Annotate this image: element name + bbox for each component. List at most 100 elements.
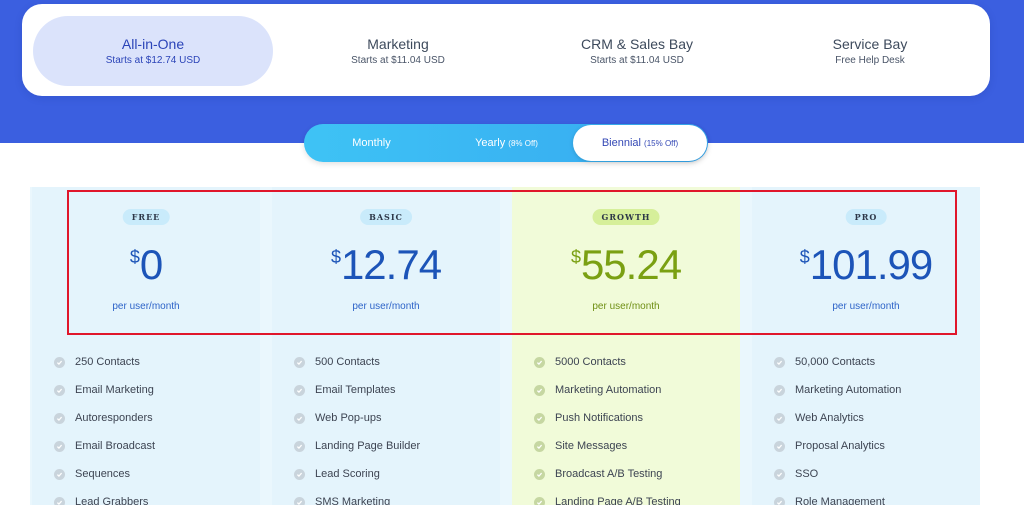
feature-item: 500 Contacts xyxy=(294,348,420,376)
feature-item: Sequences xyxy=(54,460,155,488)
feature-item: Web Pop-ups xyxy=(294,404,420,432)
feature-item: SSO xyxy=(774,460,901,488)
feature-list: 250 Contacts Email Marketing Autorespond… xyxy=(54,348,155,505)
price-period: per user/month xyxy=(112,301,180,312)
feature-text: Lead Grabbers xyxy=(75,496,149,505)
feature-text: Autoresponders xyxy=(75,412,153,424)
feature-item: Autoresponders xyxy=(54,404,155,432)
feature-text: 5000 Contacts xyxy=(555,356,626,368)
plan-badge: FREE xyxy=(122,209,170,225)
feature-text: Marketing Automation xyxy=(795,384,902,396)
plan-price: $12.74 xyxy=(272,241,500,289)
plan-card-growth: GROWTH $55.24 per user/month 5000 Contac… xyxy=(512,187,740,505)
product-tab-subtitle: Starts at $11.04 USD xyxy=(351,55,445,66)
product-tabs: All-in-One Starts at $12.74 USD Marketin… xyxy=(22,4,990,96)
feature-text: SMS Marketing xyxy=(315,496,391,505)
feature-item: Landing Page Builder xyxy=(294,432,420,460)
check-circle-icon xyxy=(534,496,545,505)
plan-card-free: FREE $0 per user/month 250 Contacts Emai… xyxy=(32,187,260,505)
check-circle-icon xyxy=(534,412,545,424)
feature-text: 250 Contacts xyxy=(75,356,140,368)
price-amount: 12.74 xyxy=(340,241,442,288)
check-circle-icon xyxy=(54,468,65,480)
check-circle-icon xyxy=(54,412,65,424)
product-tab-name: Marketing xyxy=(367,36,429,52)
check-circle-icon xyxy=(294,412,305,424)
feature-text: Web Analytics xyxy=(795,412,864,424)
feature-item: Proposal Analytics xyxy=(774,432,901,460)
feature-item: 5000 Contacts xyxy=(534,348,681,376)
plan-badge: BASIC xyxy=(360,209,412,225)
feature-item: Landing Page A/B Testing xyxy=(534,488,681,505)
feature-text: Email Broadcast xyxy=(75,440,156,452)
billing-option-biennial[interactable]: Biennial (15% Off) xyxy=(573,125,707,161)
product-tab-service-bay[interactable]: Service Bay Free Help Desk xyxy=(750,16,990,86)
feature-item: Marketing Automation xyxy=(774,376,901,404)
product-tab-all-in-one[interactable]: All-in-One Starts at $12.74 USD xyxy=(33,16,273,86)
price-currency: $ xyxy=(129,247,140,267)
feature-text: Email Marketing xyxy=(75,384,154,396)
product-tab-name: Service Bay xyxy=(832,36,908,52)
feature-item: Email Templates xyxy=(294,376,420,404)
check-circle-icon xyxy=(774,384,785,396)
feature-text: Marketing Automation xyxy=(555,384,662,396)
feature-item: Role Management xyxy=(774,488,901,505)
feature-item: Email Marketing xyxy=(54,376,155,404)
check-circle-icon xyxy=(54,440,65,452)
product-tab-marketing[interactable]: Marketing Starts at $11.04 USD xyxy=(278,16,518,86)
feature-item: Push Notifications xyxy=(534,404,681,432)
check-circle-icon xyxy=(54,496,65,505)
check-circle-icon xyxy=(774,356,785,368)
product-tab-name: CRM & Sales Bay xyxy=(580,36,694,52)
plan-badge: GROWTH xyxy=(592,209,660,225)
check-circle-icon xyxy=(774,496,785,505)
feature-text: Proposal Analytics xyxy=(795,440,885,452)
check-circle-icon xyxy=(774,412,785,424)
feature-text: Landing Page Builder xyxy=(315,440,421,452)
billing-option-label: Biennial xyxy=(601,137,641,149)
plan-card-pro: PRO $101.99 per user/month 50,000 Contac… xyxy=(752,187,980,505)
price-period: per user/month xyxy=(832,301,900,312)
feature-text: Email Templates xyxy=(315,384,396,396)
feature-text: 500 Contacts xyxy=(315,356,380,368)
feature-text: 50,000 Contacts xyxy=(795,356,876,368)
feature-text: Broadcast A/B Testing xyxy=(555,468,663,480)
billing-option-discount: (8% Off) xyxy=(508,139,538,148)
product-tab-subtitle: Starts at $12.74 USD xyxy=(105,55,201,66)
feature-list: 50,000 Contacts Marketing Automation Web… xyxy=(774,348,901,505)
billing-option-discount: (15% Off) xyxy=(644,139,679,148)
price-amount: 101.99 xyxy=(809,241,933,288)
price-currency: $ xyxy=(799,247,810,267)
check-circle-icon xyxy=(294,356,305,368)
check-circle-icon xyxy=(534,468,545,480)
check-circle-icon xyxy=(294,440,305,452)
feature-item: 250 Contacts xyxy=(54,348,155,376)
check-circle-icon xyxy=(294,496,305,505)
feature-item: Lead Scoring xyxy=(294,460,420,488)
price-amount: 55.24 xyxy=(580,241,682,288)
feature-list: 5000 Contacts Marketing Automation Push … xyxy=(534,348,681,505)
check-circle-icon xyxy=(54,356,65,368)
feature-text: Site Messages xyxy=(555,440,628,452)
plan-price: $101.99 xyxy=(752,241,980,289)
check-circle-icon xyxy=(54,384,65,396)
plan-card-basic: BASIC $12.74 per user/month 500 Contacts… xyxy=(272,187,500,505)
feature-text: Landing Page A/B Testing xyxy=(555,496,681,505)
billing-option-label: Monthly xyxy=(352,137,391,149)
price-amount: 0 xyxy=(139,241,163,288)
plan-badge: PRO xyxy=(845,209,887,225)
product-tab-crm-sales-bay[interactable]: CRM & Sales Bay Starts at $11.04 USD xyxy=(517,16,757,86)
feature-item: Broadcast A/B Testing xyxy=(534,460,681,488)
feature-text: Lead Scoring xyxy=(315,468,380,480)
price-currency: $ xyxy=(570,247,581,267)
plan-price: $0 xyxy=(32,241,260,289)
feature-item: SMS Marketing xyxy=(294,488,420,505)
billing-option-monthly[interactable]: Monthly xyxy=(304,124,439,162)
price-period: per user/month xyxy=(592,301,660,312)
billing-option-yearly[interactable]: Yearly (8% Off) xyxy=(439,124,574,162)
feature-item: Email Broadcast xyxy=(54,432,155,460)
plan-price: $55.24 xyxy=(512,241,740,289)
feature-text: SSO xyxy=(795,468,819,480)
feature-item: 50,000 Contacts xyxy=(774,348,901,376)
check-circle-icon xyxy=(534,356,545,368)
